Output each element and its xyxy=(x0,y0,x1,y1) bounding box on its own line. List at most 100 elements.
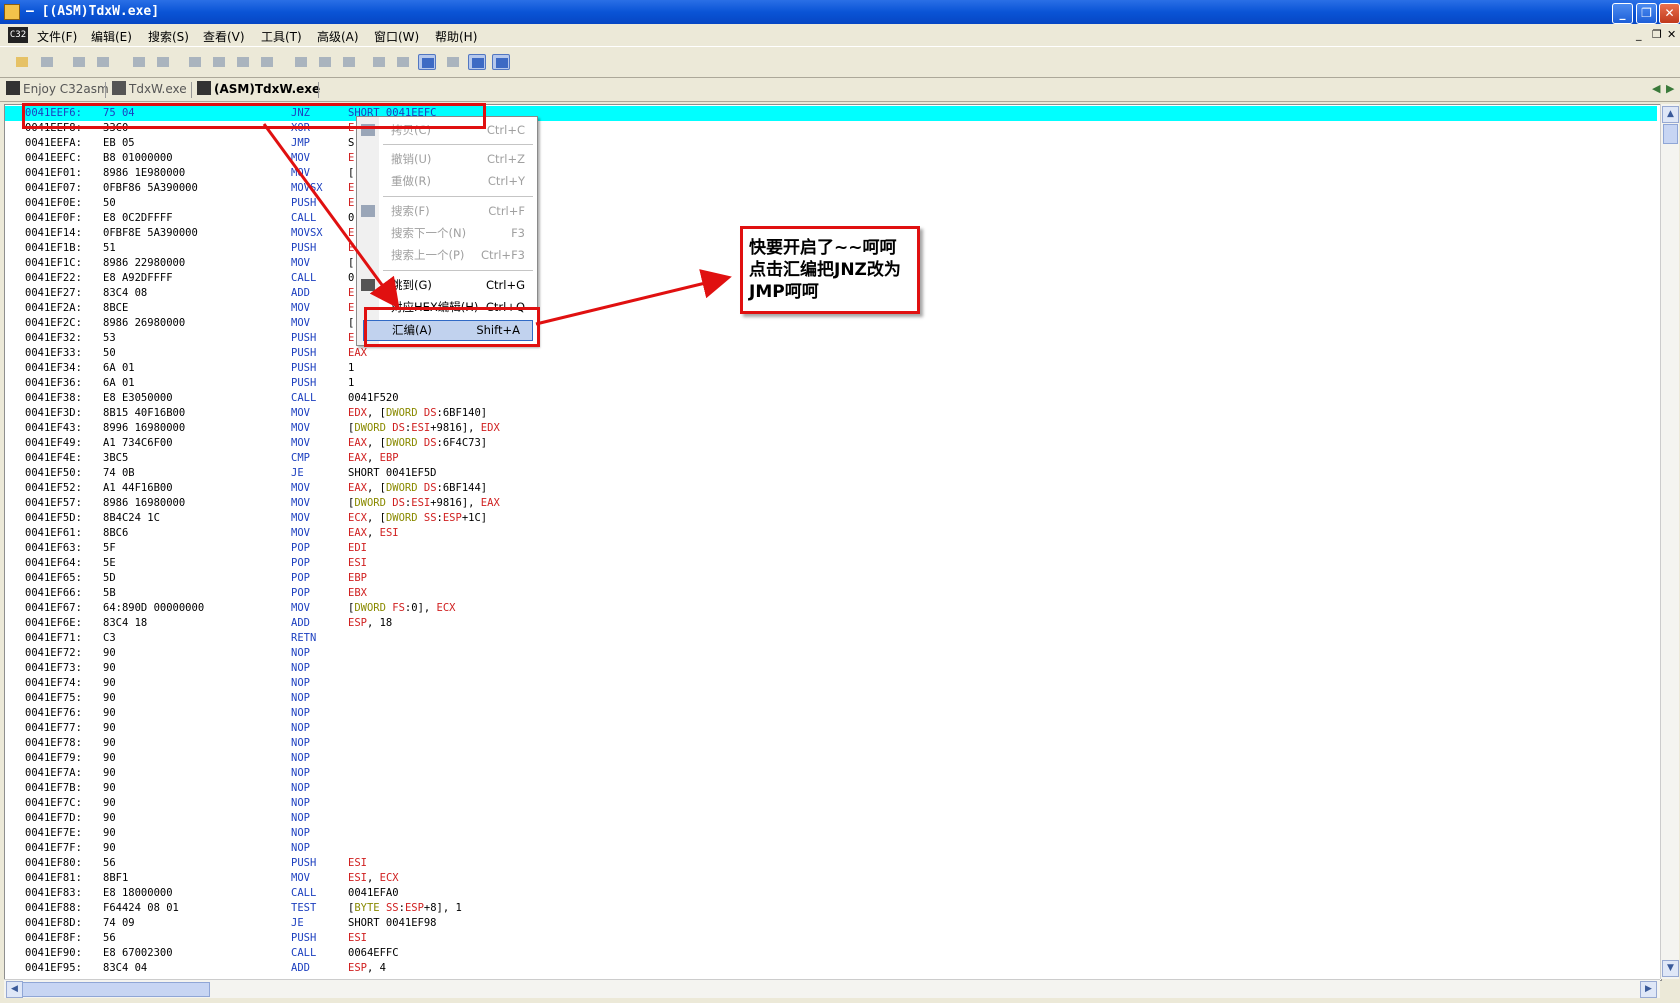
vertical-scrollbar[interactable]: ▲ ▼ xyxy=(1660,104,1679,979)
disasm-row[interactable]: 0041EF36: 6A 01 PUSH 1 xyxy=(5,376,1657,391)
align-icon[interactable] xyxy=(340,54,358,70)
disasm-row[interactable]: 0041EF72: 90 NOP xyxy=(5,646,1657,661)
disasm-row[interactable]: 0041EF7B: 90 NOP xyxy=(5,781,1657,796)
save-icon[interactable] xyxy=(38,54,56,70)
maximize-button[interactable]: ❐ xyxy=(1636,3,1657,24)
return-icon[interactable] xyxy=(258,54,276,70)
menu-item-undo[interactable]: 撤销(U) Ctrl+Z xyxy=(357,149,537,170)
tab-prev-icon[interactable]: ◀ xyxy=(1652,82,1660,95)
goto-icon[interactable] xyxy=(292,54,310,70)
paste-icon[interactable] xyxy=(94,54,112,70)
menu-search[interactable]: 搜索(S) xyxy=(148,28,189,45)
scroll-thumb[interactable] xyxy=(1663,124,1678,144)
disasm-row[interactable]: 0041EF5D: 8B4C24 1C MOV ECX, [DWORD SS:ESP+… xyxy=(5,511,1657,526)
tab-asm-tdxw-exe[interactable]: (ASM)TdxW.exe xyxy=(197,81,320,99)
disasm-row[interactable]: 0041EF2C: 8986 26980000 MOV [ xyxy=(5,316,1657,331)
disasm-row[interactable]: 0041EF8F: 56 PUSH ESI xyxy=(5,931,1657,946)
disasm-row[interactable]: 0041EF65: 5D POP EBP xyxy=(5,571,1657,586)
disasm-row[interactable]: 0041EF67: 64:890D 00000000 MOV [DWORD FS:0]… xyxy=(5,601,1657,616)
disasm-row[interactable]: 0041EF07: 0FBF86 5A390000 MOVSX E xyxy=(5,181,1657,196)
disasm-row[interactable]: 0041EF50: 74 0B JE SHORT 0041EF5D xyxy=(5,466,1657,481)
horizontal-scrollbar[interactable]: ◀ ▶ xyxy=(4,979,1660,998)
disasm-row[interactable]: 0041EF95: 83C4 04 ADD ESP, 4 xyxy=(5,961,1657,976)
scroll-down-icon[interactable]: ▼ xyxy=(1662,960,1679,977)
disasm-row[interactable]: 0041EF76: 90 NOP xyxy=(5,706,1657,721)
menu-view[interactable]: 查看(V) xyxy=(203,28,245,45)
mdi-close-icon[interactable]: ✕ xyxy=(1667,28,1676,41)
disasm-row[interactable]: 0041EF38: E8 E3050000 CALL 0041F520 xyxy=(5,391,1657,406)
disasm-row[interactable]: 0041EF3D: 8B15 40F16B00 MOV EDX, [DWORD DS:… xyxy=(5,406,1657,421)
disasm-row[interactable]: 0041EF34: 6A 01 PUSH 1 xyxy=(5,361,1657,376)
step-over-icon[interactable] xyxy=(210,54,228,70)
step-icon[interactable] xyxy=(186,54,204,70)
disasm-row[interactable]: 0041EF7C: 90 NOP xyxy=(5,796,1657,811)
disasm-row[interactable]: 0041EF33: 50 PUSH EAX xyxy=(5,346,1657,361)
disasm-row[interactable]: 0041EF43: 8996 16980000 MOV [DWORD DS:ESI+9… xyxy=(5,421,1657,436)
grid-view-icon[interactable] xyxy=(418,54,436,70)
disasm-row[interactable]: 0041EF57: 8986 16980000 MOV [DWORD DS:ESI+9… xyxy=(5,496,1657,511)
open-icon[interactable] xyxy=(13,54,31,70)
tab-next-icon[interactable]: ▶ xyxy=(1666,82,1674,95)
table-icon[interactable] xyxy=(394,54,412,70)
struct-icon[interactable] xyxy=(370,54,388,70)
disasm-row[interactable]: 0041EF83: E8 18000000 CALL 0041EFA0 xyxy=(5,886,1657,901)
tab-enjoy-c32asm[interactable]: Enjoy C32asm xyxy=(6,81,109,99)
menu-item-search-prev[interactable]: 搜索上一个(P) Ctrl+F3 xyxy=(357,245,537,266)
back-icon[interactable] xyxy=(130,54,148,70)
disasm-row[interactable]: 0041EF63: 5F POP EDI xyxy=(5,541,1657,556)
disasm-row[interactable]: 0041EF90: E8 67002300 CALL 0064EFFC xyxy=(5,946,1657,961)
jump-icon[interactable] xyxy=(234,54,252,70)
scroll-right-icon[interactable]: ▶ xyxy=(1640,981,1657,998)
disasm-row[interactable]: 0041EF4E: 3BC5 CMP EAX, EBP xyxy=(5,451,1657,466)
disasm-row[interactable]: 0041EF6E: 83C4 18 ADD ESP, 18 xyxy=(5,616,1657,631)
menu-item-goto[interactable]: 跳到(G) Ctrl+G xyxy=(357,275,537,296)
disasm-row[interactable]: 0041EF79: 90 NOP xyxy=(5,751,1657,766)
disasm-row[interactable]: 0041EF78: 90 NOP xyxy=(5,736,1657,751)
scroll-up-icon[interactable]: ▲ xyxy=(1662,106,1679,123)
disasm-row[interactable]: 0041EF81: 8BF1 MOV ESI, ECX xyxy=(5,871,1657,886)
disasm-row[interactable]: 0041EF8D: 74 09 JE SHORT 0041EF98 xyxy=(5,916,1657,931)
menu-file[interactable]: 文件(F) xyxy=(37,28,77,45)
mdi-restore-icon[interactable]: ❐ xyxy=(1652,28,1662,41)
disasm-row[interactable]: 0041EF71: C3 RETN xyxy=(5,631,1657,646)
disasm-row[interactable]: 0041EF7E: 90 NOP xyxy=(5,826,1657,841)
disasm-row[interactable]: 0041EF75: 90 NOP xyxy=(5,691,1657,706)
menu-item-search[interactable]: 搜索(F) Ctrl+F xyxy=(357,201,537,222)
disasm-row[interactable]: 0041EF77: 90 NOP xyxy=(5,721,1657,736)
disasm-row[interactable]: 0041EF01: 8986 1E980000 MOV [ xyxy=(5,166,1657,181)
disasm-row[interactable]: 0041EF88: F64424 08 01 TEST [BYTE SS:ESP+8]… xyxy=(5,901,1657,916)
disasm-row[interactable]: 0041EF64: 5E POP ESI xyxy=(5,556,1657,571)
scroll-left-icon[interactable]: ◀ xyxy=(6,981,23,998)
disasm-row[interactable]: 0041EF66: 5B POP EBX xyxy=(5,586,1657,601)
menu-tools[interactable]: 工具(T) xyxy=(261,28,302,45)
tab-tdxw-exe[interactable]: TdxW.exe xyxy=(112,81,187,99)
disasm-row[interactable]: 0041EF7D: 90 NOP xyxy=(5,811,1657,826)
settings-icon[interactable] xyxy=(444,54,462,70)
disasm-row[interactable]: 0041EF7F: 90 NOP xyxy=(5,841,1657,856)
menu-advanced[interactable]: 高级(A) xyxy=(317,28,359,45)
list-icon[interactable] xyxy=(316,54,334,70)
close-button[interactable]: ✕ xyxy=(1659,3,1680,24)
disasm-row[interactable]: 0041EF0E: 50 PUSH E xyxy=(5,196,1657,211)
disasm-row[interactable]: 0041EF73: 90 NOP xyxy=(5,661,1657,676)
menu-item-search-next[interactable]: 搜索下一个(N) F3 xyxy=(357,223,537,244)
disasm-row[interactable]: 0041EF7A: 90 NOP xyxy=(5,766,1657,781)
disasm-row[interactable]: 0041EF52: A1 44F16B00 MOV EAX, [DWORD DS:6B… xyxy=(5,481,1657,496)
disasm-row[interactable]: 0041EEFC: B8 01000000 MOV E xyxy=(5,151,1657,166)
split-view-icon[interactable] xyxy=(468,54,486,70)
menu-item-redo[interactable]: 重做(R) Ctrl+Y xyxy=(357,171,537,192)
forward-icon[interactable] xyxy=(154,54,172,70)
menu-edit[interactable]: 编辑(E) xyxy=(91,28,132,45)
copy-icon[interactable] xyxy=(70,54,88,70)
disasm-row[interactable]: 0041EF74: 90 NOP xyxy=(5,676,1657,691)
tile-view-icon[interactable] xyxy=(492,54,510,70)
disasm-row[interactable]: 0041EF32: 53 PUSH E xyxy=(5,331,1657,346)
mdi-minimize-icon[interactable]: _ xyxy=(1636,28,1642,41)
menu-help[interactable]: 帮助(H) xyxy=(435,28,477,45)
disasm-row[interactable]: 0041EF61: 8BC6 MOV EAX, ESI xyxy=(5,526,1657,541)
disasm-row[interactable]: 0041EEFA: EB 05 JMP S xyxy=(5,136,1657,151)
minimize-button[interactable]: _ xyxy=(1612,3,1633,24)
menu-window[interactable]: 窗口(W) xyxy=(374,28,419,45)
disasm-row[interactable]: 0041EF80: 56 PUSH ESI xyxy=(5,856,1657,871)
hscroll-thumb[interactable] xyxy=(22,982,210,997)
